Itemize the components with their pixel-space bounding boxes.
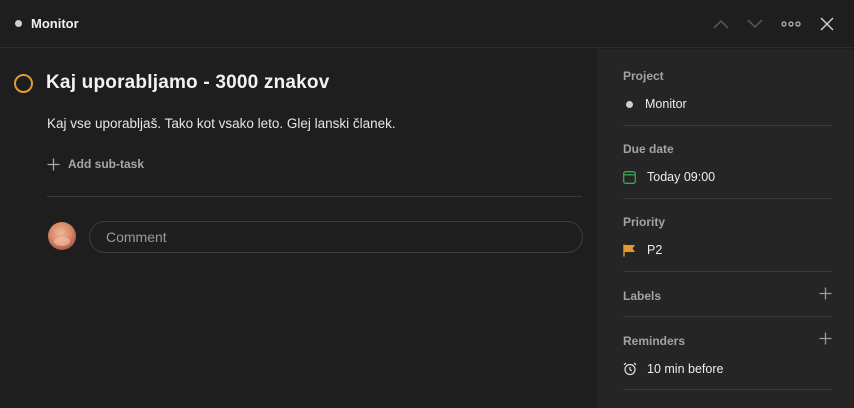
project-breadcrumb[interactable]: Monitor xyxy=(15,16,79,31)
reminders-label: Reminders xyxy=(623,334,686,348)
divider xyxy=(623,271,832,272)
reminders-section: Reminders 10 min before xyxy=(623,332,832,376)
add-label-button[interactable] xyxy=(819,287,832,305)
task-main-panel: Kaj uporabljamo - 3000 znakov Kaj vse up… xyxy=(0,49,597,408)
task-title[interactable]: Kaj uporabljamo - 3000 znakov xyxy=(46,72,330,94)
divider xyxy=(623,125,832,126)
priority-label: Priority xyxy=(623,215,666,229)
project-section: Project Monitor xyxy=(623,69,832,111)
divider xyxy=(623,389,832,390)
header-actions xyxy=(712,0,836,48)
priority-selector[interactable]: P2 xyxy=(623,243,832,257)
project-value: Monitor xyxy=(645,97,687,111)
previous-task-button[interactable] xyxy=(712,15,730,33)
flag-icon xyxy=(623,244,635,256)
comment-input[interactable]: Comment xyxy=(89,221,583,253)
reminder-value: 10 min before xyxy=(647,362,724,376)
alarm-icon xyxy=(623,362,637,376)
more-options-button[interactable] xyxy=(780,15,802,33)
task-title-row: Kaj uporabljamo - 3000 znakov xyxy=(14,72,330,94)
plus-icon xyxy=(819,332,832,345)
divider xyxy=(47,196,582,197)
add-subtask-button[interactable]: Add sub-task xyxy=(47,157,144,171)
complete-task-checkbox[interactable] xyxy=(14,73,33,93)
chevron-down-icon xyxy=(747,19,763,29)
labels-section: Labels xyxy=(623,287,832,305)
plus-icon xyxy=(47,158,60,170)
labels-label: Labels xyxy=(623,289,662,303)
priority-section: Priority P2 xyxy=(623,215,832,257)
more-icon xyxy=(781,21,801,27)
due-date-label: Due date xyxy=(623,142,674,156)
due-date-value: Today 09:00 xyxy=(647,170,716,184)
task-description[interactable]: Kaj vse uporabljaš. Tako kot vsako leto.… xyxy=(47,116,396,131)
avatar xyxy=(48,222,76,250)
add-reminder-button[interactable] xyxy=(819,332,832,350)
project-dot-icon xyxy=(626,100,633,108)
project-dot-icon xyxy=(15,20,22,27)
calendar-icon xyxy=(623,170,636,184)
project-label: Project xyxy=(623,69,664,83)
chevron-up-icon xyxy=(713,19,729,29)
add-subtask-label: Add sub-task xyxy=(68,157,145,171)
close-icon xyxy=(820,17,834,31)
divider xyxy=(623,316,832,317)
task-properties-sidebar: Project Monitor Due date Today 09:00 Pri… xyxy=(597,49,854,408)
plus-icon xyxy=(819,287,832,300)
close-button[interactable] xyxy=(818,15,836,33)
next-task-button[interactable] xyxy=(746,15,764,33)
divider xyxy=(623,198,832,199)
task-detail-header: Monitor xyxy=(0,0,854,48)
due-date-selector[interactable]: Today 09:00 xyxy=(623,170,832,184)
project-breadcrumb-label: Monitor xyxy=(31,16,79,31)
reminder-item[interactable]: 10 min before xyxy=(623,362,832,376)
due-date-section: Due date Today 09:00 xyxy=(623,142,832,184)
comment-placeholder: Comment xyxy=(106,229,167,245)
priority-value: P2 xyxy=(647,243,663,257)
project-selector[interactable]: Monitor xyxy=(623,97,832,111)
